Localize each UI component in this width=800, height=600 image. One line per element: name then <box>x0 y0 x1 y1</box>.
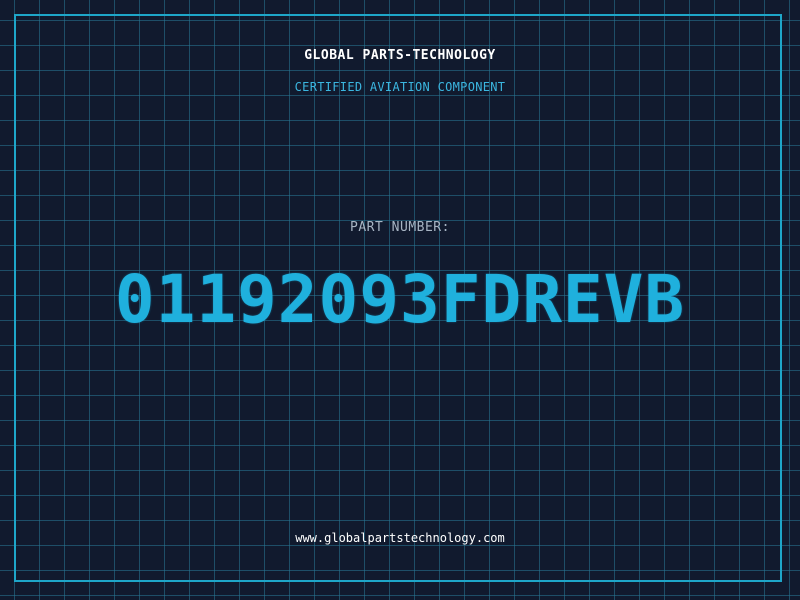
part-number-label: PART NUMBER: <box>350 220 450 235</box>
part-number-value: 01192093FDREVB <box>114 261 686 338</box>
website-url: www.globalpartstechnology.com <box>295 531 505 545</box>
company-name: GLOBAL PARTS-TECHNOLOGY <box>304 48 496 63</box>
certification-subtitle: CERTIFIED AVIATION COMPONENT <box>294 80 506 94</box>
part-label-card: GLOBAL PARTS-TECHNOLOGY CERTIFIED AVIATI… <box>0 0 800 600</box>
